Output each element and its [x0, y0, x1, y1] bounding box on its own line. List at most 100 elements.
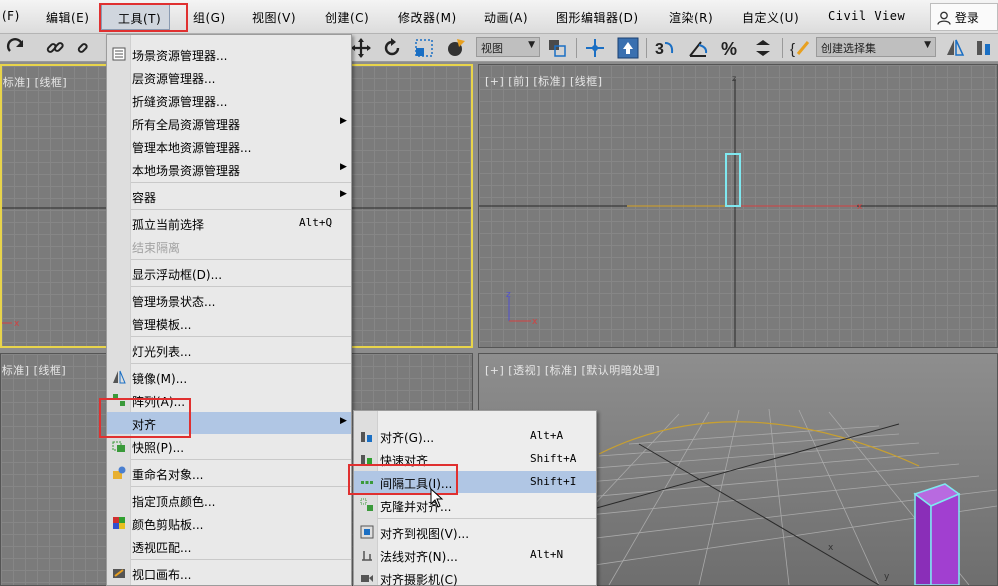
- menu-view[interactable]: 视图(V): [252, 9, 296, 26]
- submenu-arrow-icon: ▶: [340, 416, 347, 426]
- snap-3d-icon[interactable]: 3: [653, 37, 675, 59]
- menu-item-display-floater[interactable]: 显示浮动框(D)...: [107, 262, 351, 284]
- menu-item-light-lister[interactable]: 灯光列表...: [107, 339, 351, 361]
- submenu-item-clone-and-align[interactable]: 克隆并对齐...: [354, 494, 596, 516]
- menu-rendering[interactable]: 渲染(R): [669, 9, 713, 26]
- menu-item-mirror[interactable]: 镜像(M)...: [107, 366, 351, 388]
- menu-edit[interactable]: 编辑(E): [46, 9, 89, 26]
- menu-item-isolate-selection[interactable]: 孤立当前选择 Alt+Q: [107, 212, 351, 234]
- angle-snap-icon[interactable]: [687, 37, 709, 59]
- menu-tools[interactable]: 工具(T): [101, 4, 171, 30]
- redo-icon[interactable]: [6, 37, 28, 59]
- purple-box-object[interactable]: [913, 483, 961, 585]
- menu-item-array[interactable]: 阵列(A)...: [107, 389, 351, 411]
- tools-dropdown-menu: 场景资源管理器... 层资源管理器... 折缝资源管理器... 所有全局资源管理…: [106, 34, 352, 586]
- menu-item-label: 重命名对象...: [132, 468, 204, 482]
- move-icon[interactable]: [350, 37, 372, 59]
- dropdown-arrow-icon: ▼: [528, 40, 535, 50]
- submenu-item-align[interactable]: 对齐(G)... Alt+A: [354, 425, 596, 447]
- viewport-front[interactable]: [+] [前] [标准] [线框] z x z x: [478, 64, 998, 348]
- submenu-arrow-icon: ▶: [340, 116, 347, 126]
- align-tool-icon[interactable]: [975, 37, 997, 59]
- mirror-tool-icon[interactable]: [944, 37, 966, 59]
- axis-label-y: y: [884, 572, 890, 582]
- menu-item-local-scene-explorers[interactable]: 本地场景资源管理器 ▶: [107, 158, 351, 180]
- menu-item-shortcut: Alt+Q: [299, 216, 333, 229]
- menu-create[interactable]: 创建(C): [325, 9, 369, 26]
- menu-item-snapshot[interactable]: 快照(P)...: [107, 435, 351, 457]
- menu-civil-view[interactable]: Civil View: [828, 9, 905, 23]
- menu-item-end-isolate: 结束隔离: [107, 235, 351, 257]
- login-button[interactable]: 登录: [930, 3, 998, 31]
- percent-snap-icon[interactable]: %: [720, 37, 742, 59]
- align-submenu: 对齐(G)... Alt+A 快速对齐 Shift+A 间隔工具(I)... S…: [353, 410, 597, 586]
- menu-item-label: 颜色剪贴板...: [132, 518, 204, 532]
- reference-coordinate-dropdown[interactable]: 视图 ▼: [476, 37, 540, 57]
- menu-file[interactable]: (F): [2, 9, 20, 23]
- menubar: (F) 编辑(E) 工具(T) 组(G) 视图(V) 创建(C) 修改器(M) …: [0, 0, 998, 34]
- menu-item-label: 快照(P)...: [132, 441, 185, 455]
- menu-separator: [131, 459, 351, 460]
- menu-item-label: 指定顶点颜色...: [132, 495, 216, 509]
- menu-item-assign-vertex-colors[interactable]: 指定顶点颜色...: [107, 489, 351, 511]
- submenu-item-shortcut: Alt+A: [530, 429, 564, 442]
- menu-item-manage-local-explorers[interactable]: 管理本地资源管理器...: [107, 135, 351, 157]
- mouse-cursor-icon: [430, 488, 444, 508]
- link-icon[interactable]: [44, 37, 66, 59]
- menu-item-manage-templates[interactable]: 管理模板...: [107, 312, 351, 334]
- keyboard-shortcut-override-icon[interactable]: [617, 37, 639, 59]
- menu-item-label: 管理模板...: [132, 318, 192, 332]
- menu-item-viewport-canvas[interactable]: 视口画布...: [107, 562, 351, 584]
- viewport-left-label[interactable]: [标准] [线框]: [1, 362, 66, 378]
- menu-item-scene-explorer[interactable]: 场景资源管理器...: [107, 43, 351, 65]
- mirror-icon: [113, 370, 126, 384]
- submenu-item-spacing-tool[interactable]: 间隔工具(I)... Shift+I: [354, 471, 596, 493]
- menu-modifiers[interactable]: 修改器(M): [398, 9, 457, 26]
- menu-item-containers[interactable]: 容器 ▶: [107, 185, 351, 207]
- placement-icon[interactable]: [445, 37, 467, 59]
- clone-align-icon: [360, 498, 373, 511]
- toolbar-separator: [576, 38, 577, 58]
- select-manipulate-icon[interactable]: [584, 37, 606, 59]
- viewport-canvas-icon: [113, 569, 125, 578]
- submenu-item-normal-align[interactable]: 法线对齐(N)... Alt+N: [354, 544, 596, 566]
- menu-item-align[interactable]: 对齐 ▶: [107, 412, 351, 434]
- menu-separator: [131, 182, 351, 183]
- menu-separator: [131, 559, 351, 560]
- named-selection-set-dropdown[interactable]: 创建选择集 ▼: [816, 37, 936, 57]
- menu-item-all-global-explorers[interactable]: 所有全局资源管理器 ▶: [107, 112, 351, 134]
- rotate-icon[interactable]: [381, 37, 403, 59]
- menu-graph-editors[interactable]: 图形编辑器(D): [556, 9, 639, 26]
- menu-item-perspective-match[interactable]: 透视匹配...: [107, 535, 351, 557]
- submenu-item-align-camera[interactable]: 对齐摄影机(C): [354, 567, 596, 586]
- menu-item-label: 容器: [132, 191, 157, 205]
- axis-label-x: x: [14, 319, 20, 329]
- submenu-item-quick-align[interactable]: 快速对齐 Shift+A: [354, 448, 596, 470]
- spinner-snap-icon[interactable]: [752, 37, 774, 59]
- submenu-arrow-icon: ▶: [340, 189, 347, 199]
- rename-icon: [113, 466, 126, 479]
- menu-item-rename-objects[interactable]: 重命名对象...: [107, 462, 351, 484]
- menu-item-layer-explorer[interactable]: 层资源管理器...: [107, 66, 351, 88]
- edit-named-selection-icon[interactable]: {: [790, 37, 812, 59]
- menu-item-label: 透视匹配...: [132, 541, 192, 555]
- menu-separator: [131, 259, 351, 260]
- menu-item-label: 显示浮动框(D)...: [132, 268, 223, 282]
- menu-group[interactable]: 组(G): [193, 9, 226, 26]
- unlink-icon[interactable]: [75, 37, 97, 59]
- pivot-center-icon[interactable]: [546, 37, 568, 59]
- menu-separator: [131, 363, 351, 364]
- menu-item-manage-scene-states[interactable]: 管理场景状态...: [107, 289, 351, 311]
- svg-text:{: {: [790, 41, 795, 58]
- submenu-item-align-to-view[interactable]: 对齐到视图(V)...: [354, 521, 596, 543]
- array-icon: [113, 394, 125, 406]
- svg-text:3: 3: [655, 41, 664, 58]
- menu-animation[interactable]: 动画(A): [484, 9, 528, 26]
- menu-item-crease-explorer[interactable]: 折缝资源管理器...: [107, 89, 351, 111]
- menu-customize[interactable]: 自定义(U): [742, 9, 799, 26]
- scale-icon[interactable]: [413, 37, 435, 59]
- submenu-item-shortcut: Alt+N: [530, 548, 564, 561]
- selected-box-object[interactable]: [725, 153, 741, 207]
- toolbar-separator: [782, 38, 783, 58]
- menu-item-color-clipboard[interactable]: 颜色剪贴板...: [107, 512, 351, 534]
